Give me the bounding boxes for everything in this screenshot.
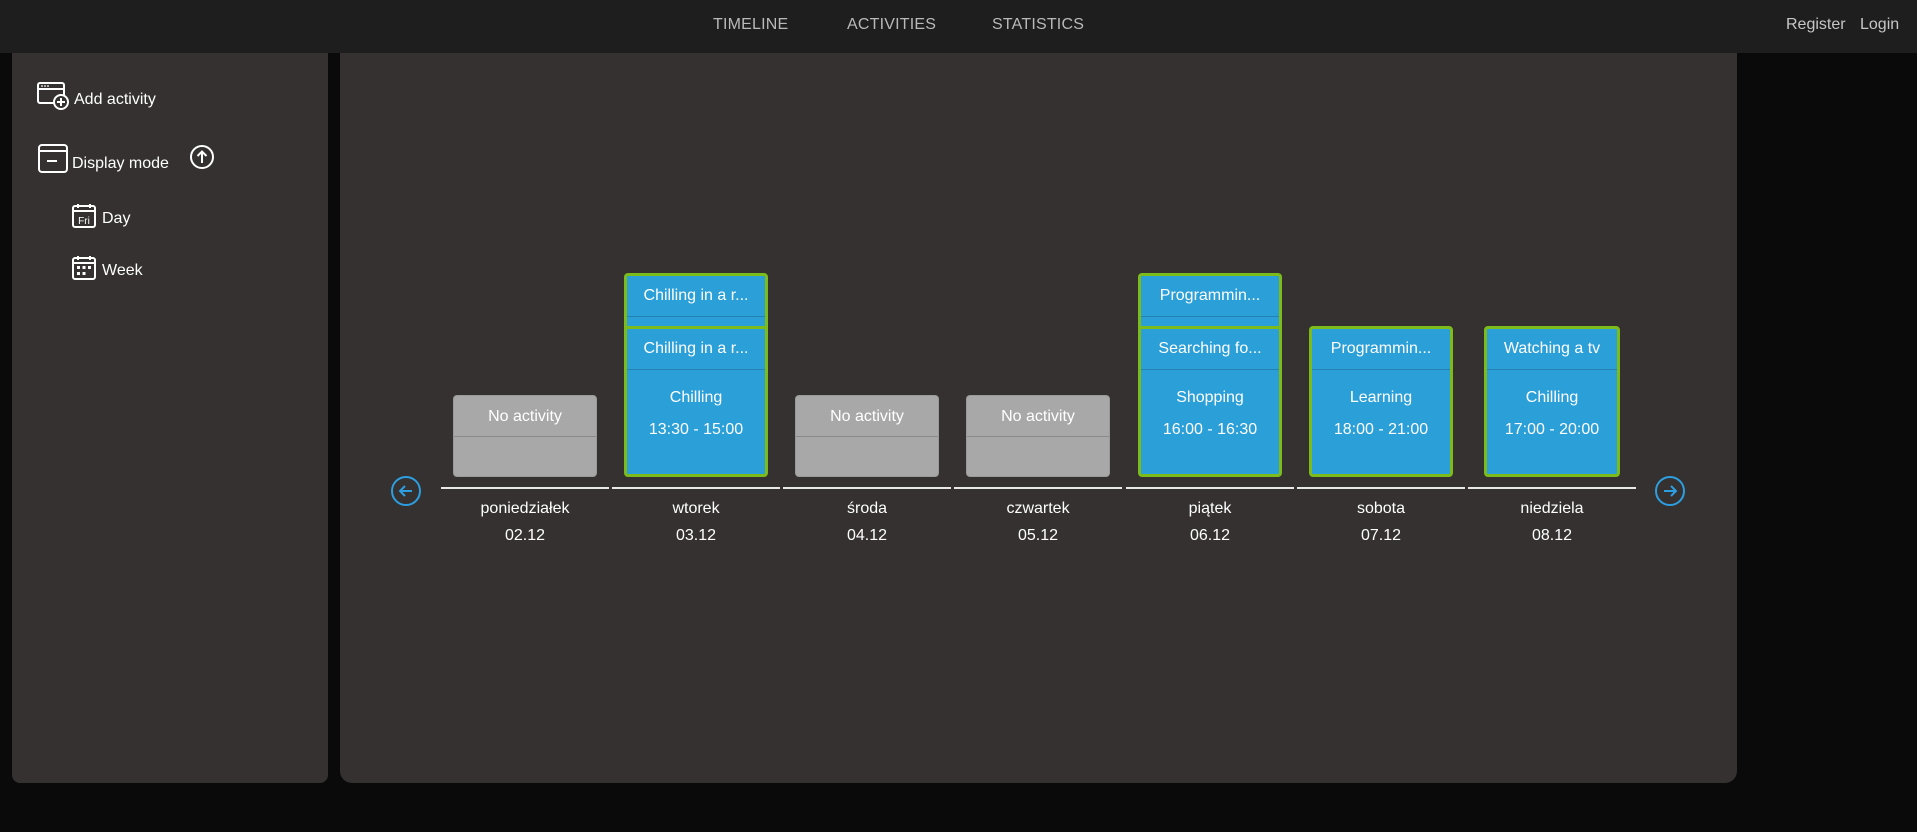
- activity-card[interactable]: Chilling in a r...: [624, 273, 768, 333]
- top-navbar: TIMELINE ACTIVITIES STATISTICS Register …: [0, 0, 1917, 53]
- empty-activity-card: No activity: [453, 395, 597, 477]
- day-date: 07.12: [1360, 527, 1402, 544]
- day-name: poniedziałek: [480, 500, 570, 517]
- nav-statistics[interactable]: STATISTICS: [992, 16, 1084, 34]
- day-baseline: [954, 487, 1122, 489]
- day-baseline: [441, 487, 609, 489]
- calendar-minus-icon: [36, 141, 70, 180]
- day-baseline: [1297, 487, 1465, 489]
- arrow-left-circle-icon: [398, 485, 412, 497]
- day-label: Day: [102, 209, 131, 227]
- empty-activity-card: No activity: [966, 395, 1110, 477]
- day-name: niedziela: [1520, 500, 1584, 517]
- empty-activity-card: No activity: [795, 395, 939, 477]
- display-mode-day[interactable]: Fri Day: [71, 203, 130, 234]
- card-title: Searching fo...: [1158, 340, 1262, 357]
- card-time: 17:00 - 20:00: [1504, 421, 1600, 438]
- card-category: Chilling: [1525, 389, 1579, 406]
- card-title: Chilling in a r...: [643, 340, 749, 357]
- card-title: No activity: [830, 408, 904, 425]
- display-mode-week[interactable]: Week: [71, 255, 143, 286]
- card-divider: [627, 369, 765, 370]
- card-title: Chilling in a r...: [643, 287, 749, 304]
- card-divider: [967, 436, 1109, 437]
- card-divider: [1141, 316, 1279, 317]
- calendar-day-icon: Fri: [71, 203, 97, 234]
- day-date: 02.12: [504, 527, 546, 544]
- activity-card[interactable]: Chilling in a r... Chilling 13:30 - 15:0…: [624, 326, 768, 477]
- card-category: Chilling: [669, 389, 723, 406]
- add-activity-label: Add activity: [74, 90, 156, 108]
- card-title: Programmin...: [1159, 287, 1261, 304]
- sidebar: Add activity Display mode Fri Day Week: [12, 53, 328, 783]
- day-name: czwartek: [1006, 500, 1070, 517]
- day-date: 04.12: [846, 527, 888, 544]
- card-title: Programmin...: [1330, 340, 1432, 357]
- svg-text:Fri: Fri: [78, 216, 90, 227]
- week-timeline-panel: No activity poniedziałek 02.12 Chilling …: [340, 53, 1737, 783]
- next-week-button[interactable]: [1655, 476, 1685, 506]
- day-baseline: [1126, 487, 1294, 489]
- day-date: 05.12: [1017, 527, 1059, 544]
- activity-card[interactable]: Programmin...: [1138, 273, 1282, 333]
- activity-card[interactable]: Searching fo... Shopping 16:00 - 16:30: [1138, 326, 1282, 477]
- card-time: 16:00 - 16:30: [1162, 421, 1258, 438]
- nav-timeline[interactable]: TIMELINE: [713, 16, 788, 34]
- card-divider: [1141, 369, 1279, 370]
- register-link[interactable]: Register: [1786, 16, 1846, 34]
- nav-activities[interactable]: ACTIVITIES: [847, 16, 936, 34]
- card-category: Learning: [1349, 389, 1413, 406]
- add-activity-button[interactable]: Add activity: [36, 80, 156, 115]
- day-baseline: [612, 487, 780, 489]
- card-time: 13:30 - 15:00: [648, 421, 744, 438]
- day-date: 03.12: [675, 527, 717, 544]
- week-label: Week: [102, 261, 143, 279]
- arrow-up-circle-icon[interactable]: [189, 144, 215, 175]
- calendar-add-icon: [36, 80, 70, 115]
- card-divider: [627, 316, 765, 317]
- card-title: No activity: [488, 408, 562, 425]
- day-baseline: [783, 487, 951, 489]
- card-divider: [1312, 369, 1450, 370]
- activity-card[interactable]: Programmin... Learning 18:00 - 21:00: [1309, 326, 1453, 477]
- card-divider: [454, 436, 596, 437]
- card-divider: [796, 436, 938, 437]
- card-divider: [1487, 369, 1617, 370]
- calendar-week-icon: [71, 255, 97, 286]
- previous-week-button[interactable]: [391, 476, 421, 506]
- day-name: środa: [846, 500, 888, 517]
- card-title: Watching a tv: [1503, 340, 1601, 357]
- day-date: 06.12: [1189, 527, 1231, 544]
- card-title: No activity: [1001, 408, 1075, 425]
- day-name: wtorek: [672, 500, 720, 517]
- day-name: piątek: [1188, 500, 1232, 517]
- card-time: 18:00 - 21:00: [1333, 421, 1429, 438]
- day-name: sobota: [1356, 500, 1406, 517]
- activity-card[interactable]: Watching a tv Chilling 17:00 - 20:00: [1484, 326, 1620, 477]
- card-category: Shopping: [1176, 389, 1244, 406]
- day-baseline: [1468, 487, 1636, 489]
- day-date: 08.12: [1531, 527, 1573, 544]
- display-mode-toggle[interactable]: Display mode: [36, 141, 215, 180]
- arrow-right-circle-icon: [1664, 485, 1678, 497]
- login-link[interactable]: Login: [1860, 16, 1899, 34]
- display-mode-label: Display mode: [72, 154, 169, 172]
